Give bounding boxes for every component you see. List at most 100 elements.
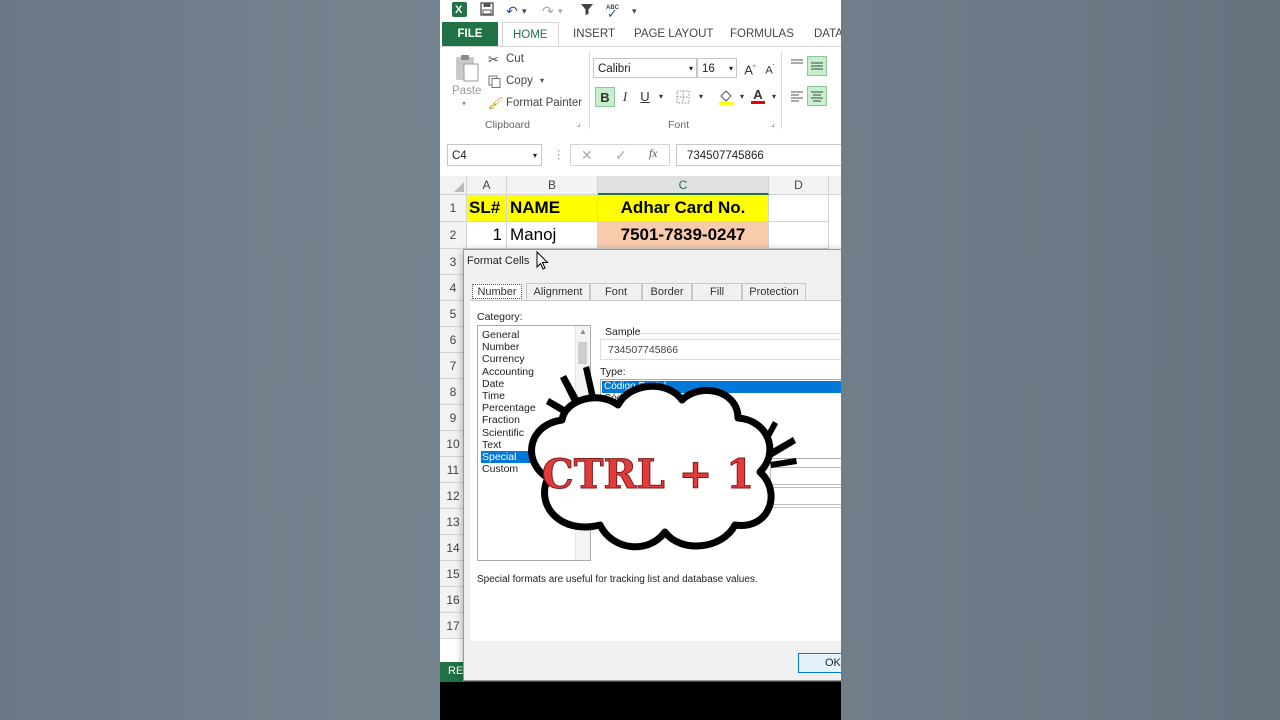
cell-d2[interactable] [769, 222, 829, 249]
category-description: Special formats are useful for tracking … [477, 574, 758, 585]
type-item[interactable]: Número de Seguro Social [604, 417, 719, 428]
cell-b1[interactable]: NAME [507, 195, 598, 222]
cut-button[interactable]: Cut [506, 53, 524, 65]
row-header[interactable]: 2 [440, 222, 467, 249]
clipboard-launcher-icon[interactable]: ⌟ [577, 119, 581, 128]
type-list[interactable]: Código Postal Código Postal + 3 Número d… [600, 379, 841, 459]
paste-icon[interactable] [454, 54, 480, 82]
column-header-b[interactable]: B [507, 176, 598, 195]
undo-icon[interactable]: ↶ [506, 2, 518, 20]
name-box[interactable]: C4 ▾ [447, 144, 542, 166]
copy-button[interactable]: Copy [506, 75, 533, 87]
format-painter-icon[interactable]: 🖌 [488, 96, 503, 110]
tab-formulas[interactable]: FORMULAS [730, 22, 794, 46]
redo-dropdown-icon[interactable]: ▾ [558, 2, 563, 20]
copy-icon[interactable] [488, 75, 501, 88]
tab-file[interactable]: FILE [442, 22, 498, 46]
insert-function-icon[interactable]: fx [649, 148, 657, 160]
shrink-font-icon[interactable]: Aˇ [760, 58, 780, 78]
grow-font-icon[interactable]: A^ [740, 58, 760, 78]
type-item[interactable]: Código Postal + 3 [604, 393, 683, 404]
mouse-cursor-icon [536, 251, 549, 270]
cell-d1[interactable] [769, 195, 829, 222]
ribbon-home: Paste ▾ ✂ Cut Copy ▾ 🖌 Format Painter Cl… [440, 46, 841, 136]
more-options-icon[interactable]: ⋮ [553, 147, 565, 161]
undo-dropdown-icon[interactable]: ▾ [522, 2, 527, 20]
font-size-dropdown[interactable]: 16 ▾ [697, 58, 737, 78]
category-item[interactable]: Custom [481, 463, 574, 475]
tab-number[interactable]: Number [472, 284, 522, 299]
confirm-entry-icon[interactable]: ✓ [615, 147, 627, 164]
ok-button[interactable]: OK [798, 653, 841, 673]
scroll-thumb[interactable] [578, 342, 587, 364]
cut-icon[interactable]: ✂ [488, 52, 499, 68]
align-middle-icon[interactable] [807, 56, 827, 76]
redo-icon[interactable]: ↷ [542, 2, 554, 20]
tab-insert[interactable]: INSERT [573, 22, 615, 46]
underline-dropdown-icon[interactable]: ▾ [651, 87, 671, 107]
tab-data[interactable]: DATA [814, 22, 841, 46]
category-item[interactable]: Text [481, 439, 574, 451]
category-item[interactable]: Date [481, 378, 574, 390]
borders-dropdown-icon[interactable]: ▾ [691, 87, 711, 107]
select-all-corner[interactable] [440, 176, 467, 195]
align-center-icon[interactable] [807, 86, 827, 106]
bold-button[interactable]: B [595, 87, 615, 107]
category-item[interactable]: Special [481, 451, 574, 463]
type-item[interactable]: Número de Teléfono [604, 405, 694, 416]
cell-c1[interactable]: Adhar Card No. [598, 195, 769, 222]
sample-value: 734507745866 [608, 344, 679, 356]
formula-buttons: ✕ ✓ fx [570, 144, 670, 166]
format-painter-button[interactable]: Format Painter [506, 97, 582, 109]
tab-page-layout[interactable]: PAGE LAYOUT [634, 22, 713, 46]
category-item[interactable]: General [481, 329, 574, 341]
paste-dropdown-icon[interactable]: ▾ [462, 99, 466, 108]
cell-b2[interactable]: Manoj [507, 222, 598, 249]
cancel-entry-icon[interactable]: ✕ [581, 147, 593, 164]
column-header-e[interactable] [829, 176, 841, 195]
scroll-up-icon[interactable]: ▲ [579, 327, 587, 336]
tab-border[interactable]: Border [642, 283, 692, 300]
save-icon[interactable] [480, 2, 494, 20]
font-group-label: Font [668, 119, 690, 131]
locale-dropdown-lower[interactable] [770, 487, 841, 505]
category-item[interactable]: Fraction [481, 414, 574, 426]
tab-fill[interactable]: Fill [692, 283, 742, 300]
paste-button[interactable]: Paste [452, 85, 481, 97]
tab-alignment[interactable]: Alignment [526, 283, 590, 300]
tab-home[interactable]: HOME [502, 22, 559, 47]
borders-icon[interactable] [676, 90, 690, 104]
type-item[interactable]: Código Postal [604, 381, 666, 392]
column-header-d[interactable]: D [769, 176, 829, 195]
category-item[interactable]: Scientific [481, 427, 574, 439]
category-item[interactable]: Number [481, 341, 574, 353]
align-top-icon[interactable] [790, 57, 804, 71]
italic-button[interactable]: I [615, 87, 635, 107]
category-item[interactable]: Currency [481, 353, 574, 365]
row-header[interactable]: 1 [440, 195, 467, 222]
cell-a1[interactable]: SL# [467, 195, 507, 222]
tab-font[interactable]: Font [590, 283, 642, 300]
sample-rule [640, 333, 841, 334]
clipboard-group-label: Clipboard [485, 119, 530, 131]
cell-a2[interactable]: 1 [467, 222, 507, 249]
filter-icon[interactable] [580, 2, 594, 20]
dialog-title: Format Cells [467, 255, 530, 267]
column-header-a[interactable]: A [467, 176, 507, 195]
tab-protection[interactable]: Protection [742, 283, 806, 300]
locale-dropdown[interactable] [770, 467, 841, 485]
font-launcher-icon[interactable]: ⌟ [771, 119, 775, 128]
category-scrollbar[interactable]: ▲ [575, 326, 590, 560]
align-left-icon[interactable] [790, 89, 804, 103]
category-item[interactable]: Time [481, 390, 574, 402]
category-item[interactable]: Accounting [481, 366, 574, 378]
column-header-c[interactable]: C [598, 176, 769, 195]
font-name-dropdown[interactable]: Calibri ▾ [593, 58, 697, 78]
formula-input[interactable]: 734507745866 [676, 144, 841, 166]
category-item[interactable]: Percentage [481, 402, 574, 414]
customize-qat-icon[interactable]: ▾ [632, 2, 637, 20]
copy-dropdown-icon[interactable]: ▾ [540, 76, 544, 85]
cell-c2[interactable]: 7501-7839-0247 [598, 222, 769, 249]
category-list[interactable]: General Number Currency Accounting Date Time P… [477, 325, 591, 561]
name-box-value: C4 [452, 150, 467, 162]
